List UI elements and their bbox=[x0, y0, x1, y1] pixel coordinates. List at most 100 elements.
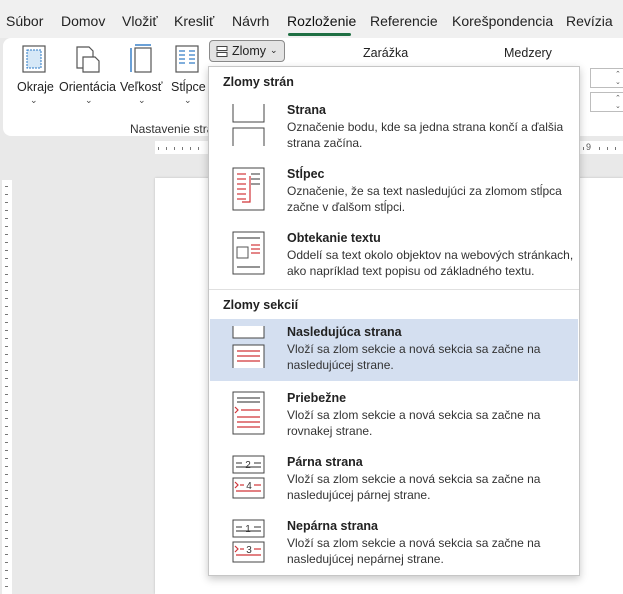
ruler-tick bbox=[5, 562, 8, 563]
menu-item-description: Vloží sa zlom sekcie a nová sekcia sa za… bbox=[287, 408, 541, 438]
ruler-tick bbox=[5, 282, 8, 283]
text-wrapping-icon bbox=[232, 231, 265, 275]
menu-item-title: Nasledujúca strana bbox=[287, 325, 402, 339]
zlomy-label: Zlomy bbox=[232, 44, 267, 58]
ruler-tick bbox=[5, 474, 8, 475]
column-break-icon bbox=[232, 167, 265, 211]
ruler-tick bbox=[5, 482, 8, 483]
ruler-tick bbox=[5, 338, 8, 339]
size-icon bbox=[130, 44, 152, 73]
menu-item-title: Priebežne bbox=[287, 391, 347, 405]
tab-subor[interactable]: Súbor bbox=[6, 13, 43, 29]
ruler-tick bbox=[5, 266, 8, 267]
icon-number: 2 bbox=[245, 460, 251, 471]
tab-korespondencia[interactable]: Korešpondencia bbox=[452, 13, 553, 29]
ruler-tick bbox=[5, 514, 8, 515]
ruler-tick bbox=[5, 362, 8, 363]
menu-item-nasledujuca-strana[interactable]: Nasledujúca strana Vloží sa zlom sekcie … bbox=[210, 319, 578, 381]
ruler-tick bbox=[5, 490, 8, 491]
page-break-icon bbox=[232, 104, 265, 146]
ruler-tick bbox=[5, 314, 8, 315]
tab-vlozit[interactable]: Vložiť bbox=[122, 13, 158, 29]
tab-revizia[interactable]: Revízia bbox=[566, 13, 613, 29]
chevron-down-icon: ⌄ bbox=[270, 45, 278, 55]
menu-item-parna-strana[interactable]: 2 4 Párna strana Vloží sa zlom sekcie a … bbox=[210, 449, 578, 511]
ruler-tick bbox=[583, 147, 584, 150]
chevron-down-icon: ⌄ bbox=[30, 95, 38, 105]
ruler-tick bbox=[5, 226, 8, 227]
ruler-tick bbox=[5, 250, 8, 251]
zarazka-label: Zarážka bbox=[363, 46, 409, 60]
spacing-after-input[interactable]: ⌃ ⌄ bbox=[590, 92, 623, 112]
section-header-section-breaks: Zlomy sekcií bbox=[223, 298, 299, 312]
icon-number: 3 bbox=[246, 545, 252, 556]
next-page-break-icon bbox=[232, 326, 265, 368]
menu-item-description: Označenie bodu, kde sa jedna strana konč… bbox=[287, 120, 564, 150]
ruler-tick bbox=[5, 522, 8, 523]
tab-kreslit[interactable]: Kresliť bbox=[174, 13, 214, 29]
ruler-tick bbox=[5, 434, 8, 435]
section-header-page-breaks: Zlomy strán bbox=[223, 75, 294, 89]
orientacia-label: Orientácia bbox=[59, 80, 116, 94]
chevron-down-icon: ⌄ bbox=[138, 95, 146, 105]
menu-item-strana[interactable]: Strana Označenie bodu, kde sa jedna stra… bbox=[210, 97, 578, 159]
ruler-tick bbox=[198, 147, 199, 150]
ruler-tick bbox=[5, 450, 8, 451]
menu-item-title: Nepárna strana bbox=[287, 519, 379, 533]
menu-item-description: Vloží sa zlom sekcie a nová sekcia sa za… bbox=[287, 472, 541, 502]
ruler-tick bbox=[5, 202, 8, 203]
okraje-label: Okraje bbox=[17, 80, 54, 94]
menu-item-stlpec[interactable]: Stĺpec Označenie, že sa text nasledujúci… bbox=[210, 161, 578, 223]
ruler-tick bbox=[5, 210, 8, 211]
ruler-tick bbox=[5, 194, 8, 195]
spacing-before-input[interactable]: ⌃ ⌄ bbox=[590, 68, 623, 88]
continuous-break-icon bbox=[232, 391, 265, 435]
menu-item-description: Označenie, že sa text nasledujúci za zlo… bbox=[287, 184, 562, 214]
ruler-tick bbox=[5, 586, 8, 587]
tab-navrh[interactable]: Návrh bbox=[232, 13, 269, 29]
ruler-tick bbox=[615, 147, 616, 150]
ruler-tick bbox=[182, 147, 183, 150]
ruler-number: 9 bbox=[586, 142, 592, 152]
ruler-tick bbox=[599, 147, 600, 150]
ribbon-tab-bar: Súbor Domov Vložiť Kresliť Návrh Rozlože… bbox=[0, 0, 623, 38]
ruler-tick bbox=[5, 234, 8, 235]
tab-rozlozenie[interactable]: Rozloženie bbox=[287, 13, 356, 29]
ruler-tick bbox=[5, 458, 8, 459]
menu-item-priebezne[interactable]: Priebežne Vloží sa zlom sekcie a nová se… bbox=[210, 385, 578, 447]
menu-item-neparna-strana[interactable]: 1 3 Nepárna strana Vloží sa zlom sekcie … bbox=[210, 513, 578, 575]
zlomy-button[interactable]: Zlomy ⌄ bbox=[209, 40, 285, 62]
ruler-tick bbox=[5, 298, 8, 299]
ruler-tick bbox=[5, 218, 8, 219]
icon-number: 4 bbox=[246, 481, 252, 492]
ruler-tick bbox=[5, 306, 8, 307]
menu-item-title: Párna strana bbox=[287, 455, 363, 469]
breaks-dropdown-menu: Zlomy strán Strana Označenie bodu, kde s… bbox=[208, 66, 580, 576]
menu-item-title: Stĺpec bbox=[287, 167, 325, 181]
ruler-tick bbox=[5, 578, 8, 579]
velkost-label: Veľkosť bbox=[120, 80, 163, 94]
menu-item-obtekanie-textu[interactable]: Obtekanie textu Oddelí sa text okolo obj… bbox=[210, 225, 578, 287]
tab-domov[interactable]: Domov bbox=[61, 13, 105, 29]
medzery-label: Medzery bbox=[504, 46, 552, 60]
ruler-tick bbox=[5, 186, 8, 187]
tab-referencie[interactable]: Referencie bbox=[370, 13, 438, 29]
menu-item-title: Obtekanie textu bbox=[287, 231, 381, 245]
odd-page-break-icon: 1 3 bbox=[232, 519, 265, 563]
ruler-tick bbox=[5, 530, 8, 531]
stlpce-label: Stĺpce bbox=[171, 80, 206, 94]
ruler-tick bbox=[5, 554, 8, 555]
ruler-tick bbox=[190, 147, 191, 150]
ruler-tick bbox=[5, 466, 8, 467]
columns-icon bbox=[175, 45, 199, 73]
ruler-tick bbox=[5, 290, 8, 291]
ruler-tick bbox=[5, 546, 8, 547]
ruler-tick bbox=[5, 242, 8, 243]
ruler-tick bbox=[5, 274, 8, 275]
ruler-tick bbox=[158, 147, 159, 150]
ruler-tick bbox=[5, 538, 8, 539]
ruler-tick bbox=[5, 386, 8, 387]
ruler-tick bbox=[5, 394, 8, 395]
ruler-tick bbox=[174, 147, 175, 150]
chevron-down-icon: ⌄ bbox=[184, 95, 192, 105]
